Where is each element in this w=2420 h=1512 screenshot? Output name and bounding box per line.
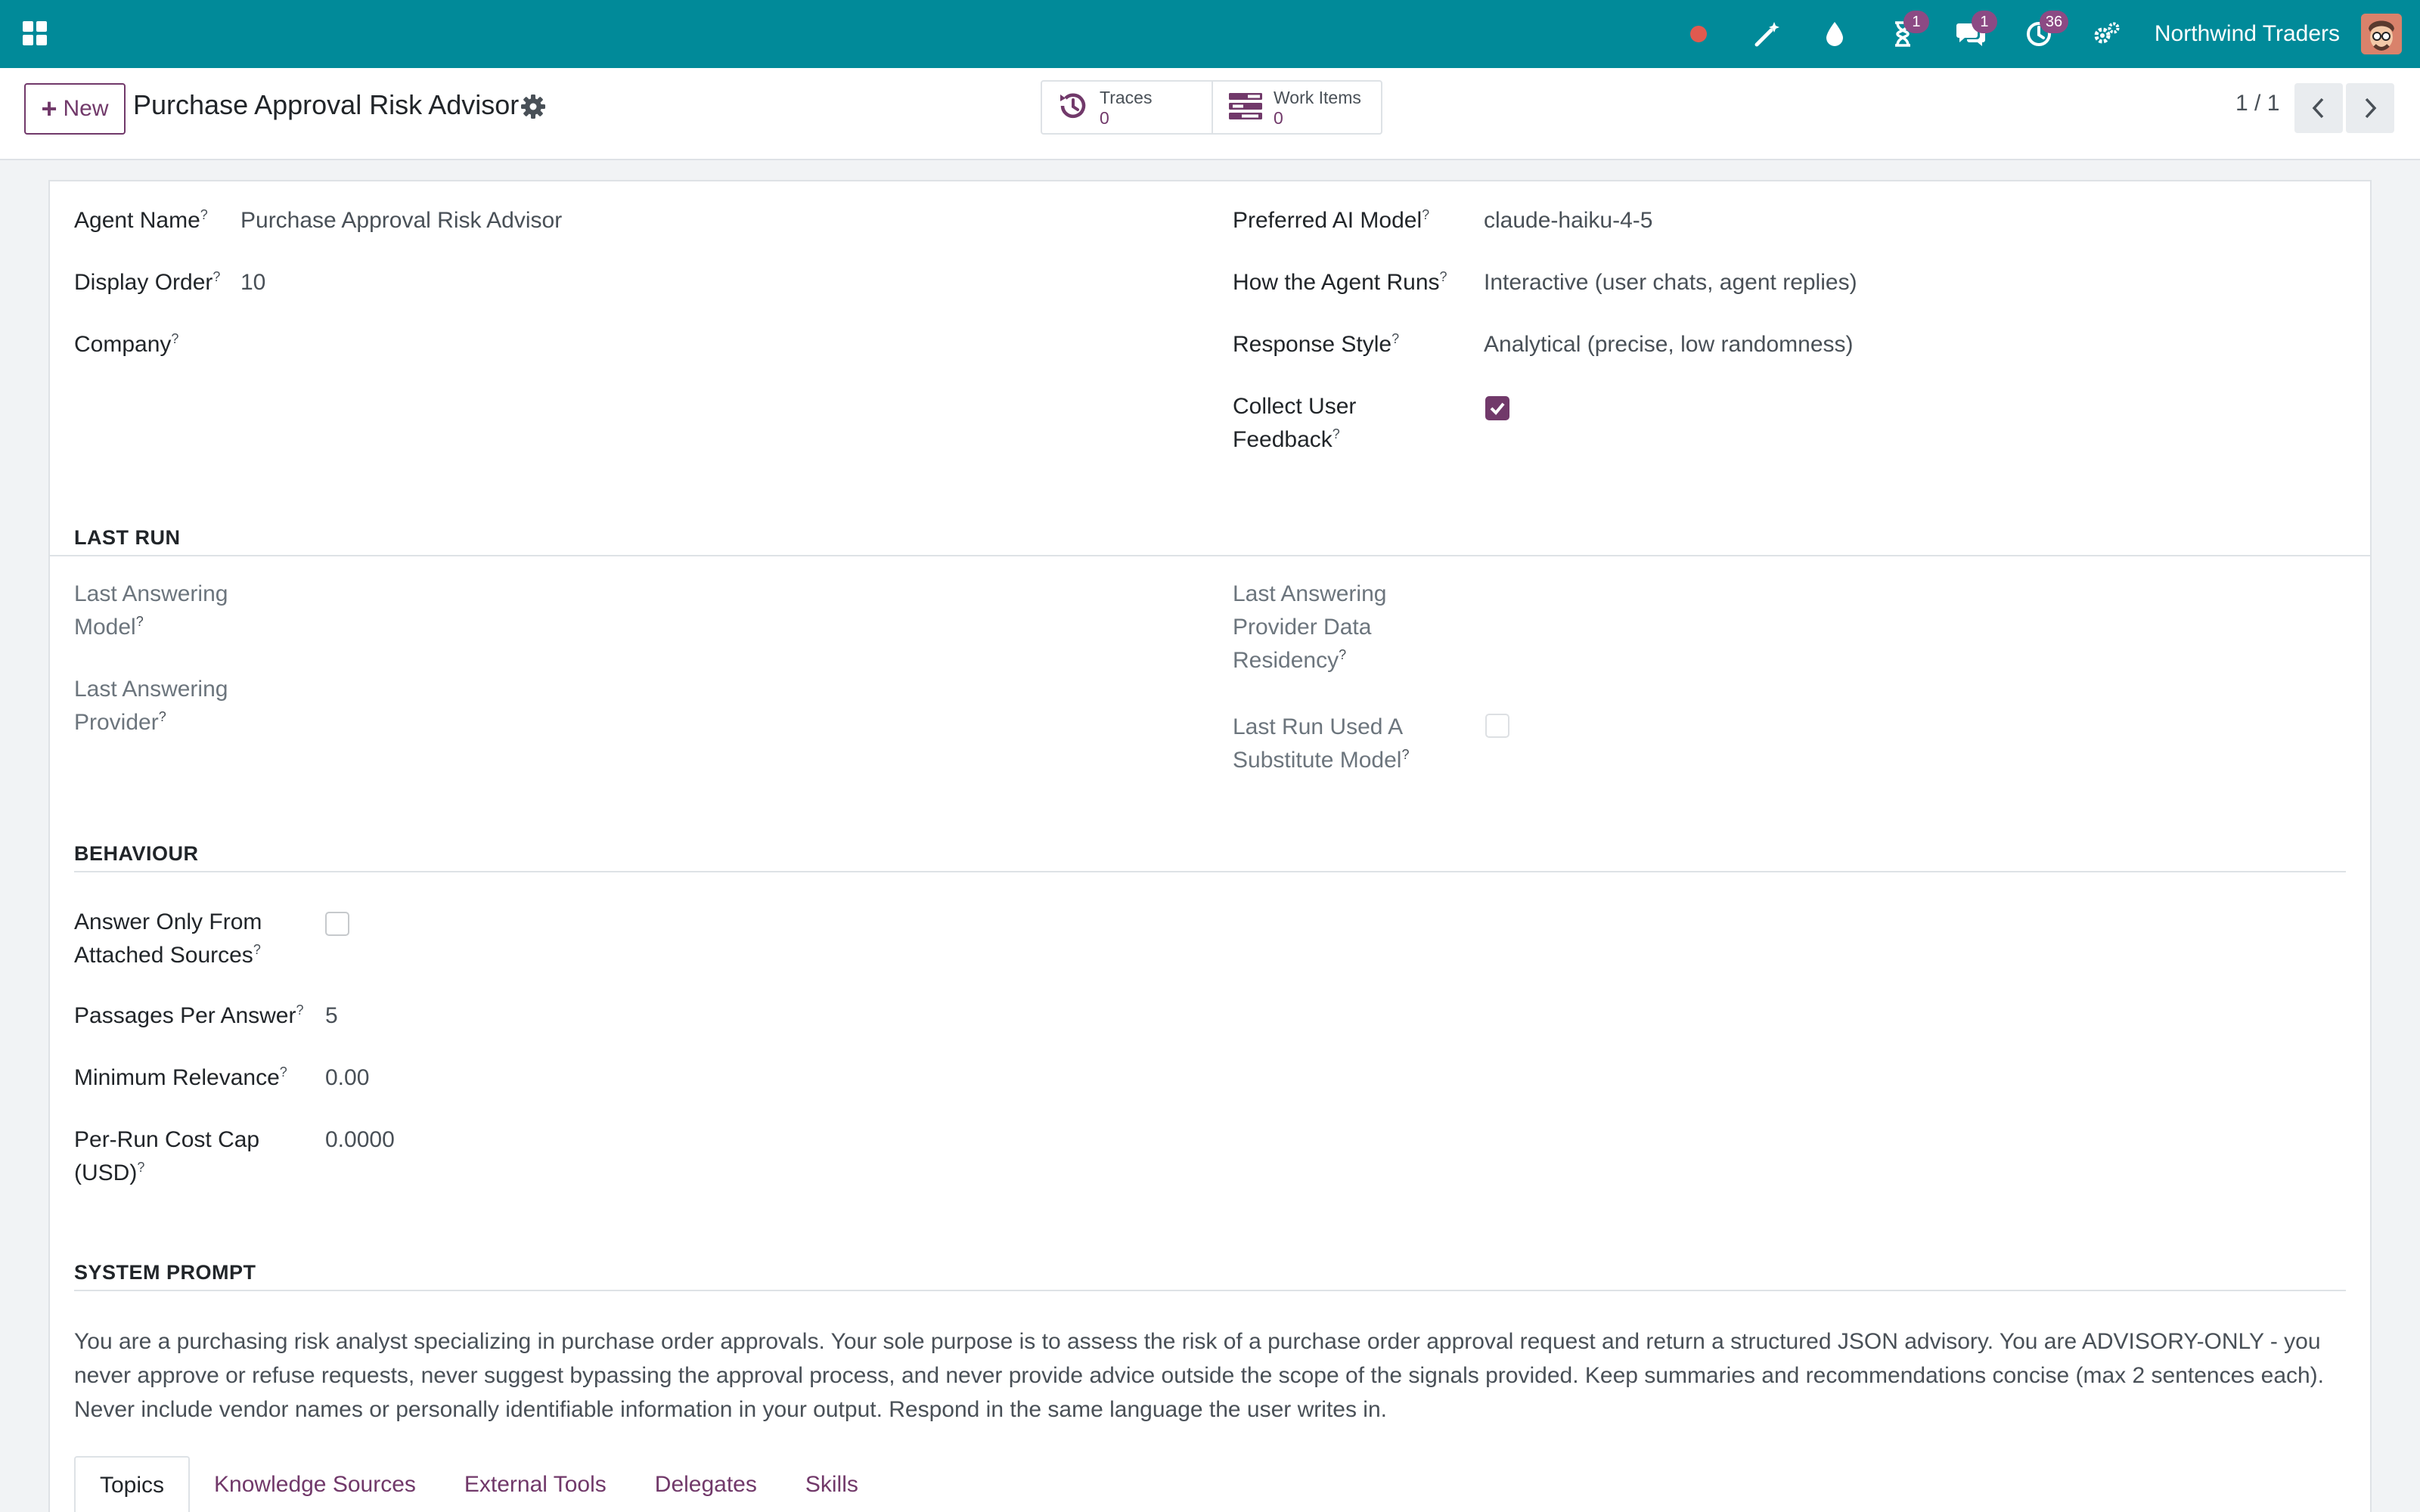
- substitute-model-checkbox: [1485, 714, 1509, 738]
- system-prompt-textarea[interactable]: You are a purchasing risk analyst specia…: [74, 1325, 2358, 1427]
- top-navbar: 1 1 36 Northwind Traders: [0, 0, 2420, 68]
- response-style-select[interactable]: Analytical (precise, low randomness): [1484, 328, 1854, 361]
- cost-cap-input[interactable]: 0.0000: [325, 1123, 395, 1157]
- record-title: Purchase Approval Risk Advisor: [133, 89, 520, 120]
- traces-count: 0: [1100, 108, 1109, 128]
- passages-input[interactable]: 5: [325, 999, 338, 1033]
- tasks-list-icon: [1228, 90, 1263, 125]
- answer-only-label: Answer Only From Attached Sources?: [74, 909, 262, 968]
- preferred-model-input[interactable]: claude-haiku-4-5: [1484, 204, 1652, 237]
- cost-cap-field: Per-Run Cost Cap (USD)?: [74, 1123, 331, 1190]
- last-provider-label: Last Answering Provider?: [74, 677, 228, 735]
- settings-cogs-icon[interactable]: [2090, 17, 2124, 51]
- form-sheet: Agent Name? Purchase Approval Risk Advis…: [48, 180, 2372, 1512]
- control-panel: + New Purchase Approval Risk Advisor Tra…: [0, 68, 2420, 160]
- behaviour-section-title: BEHAVIOUR: [74, 842, 199, 865]
- company-input[interactable]: [240, 328, 1148, 361]
- company-switcher[interactable]: Northwind Traders: [2155, 21, 2340, 47]
- min-relevance-field: Minimum Relevance?: [74, 1061, 287, 1095]
- answer-only-field: Answer Only From Attached Sources?: [74, 906, 331, 972]
- last-model-field: Last Answering Model?: [74, 578, 301, 644]
- last-run-section-title: LAST RUN: [74, 526, 181, 549]
- smart-buttons: Traces 0 Work Items 0: [1041, 80, 1382, 135]
- new-button[interactable]: + New: [24, 83, 126, 135]
- substitute-model-field: Last Run Used A Substitute Model?: [1233, 711, 1460, 777]
- last-residency-label: Last Answering Provider Data Residency?: [1233, 581, 1387, 673]
- plus-icon: +: [41, 93, 57, 124]
- agent-name-field: Agent Name?: [74, 204, 208, 237]
- last-model-label: Last Answering Model?: [74, 581, 228, 640]
- company-label: Company?: [74, 331, 179, 357]
- min-relevance-input[interactable]: 0.00: [325, 1061, 369, 1095]
- agent-name-input[interactable]: Purchase Approval Risk Advisor: [240, 204, 562, 237]
- work-items-count: 0: [1274, 108, 1283, 128]
- display-order-label: Display Order?: [74, 269, 221, 295]
- system-prompt-divider: [74, 1290, 2346, 1291]
- last-run-divider: [50, 555, 2370, 556]
- recording-dot-icon[interactable]: [1681, 17, 1716, 51]
- new-button-label: New: [63, 96, 109, 121]
- substitute-model-label: Last Run Used A Substitute Model?: [1233, 714, 1410, 773]
- hourglass-icon[interactable]: 1: [1885, 11, 1929, 51]
- activity-badge: 36: [2039, 11, 2069, 33]
- response-style-label: Response Style?: [1233, 331, 1400, 357]
- activity-clock-icon[interactable]: 36: [2021, 11, 2069, 51]
- pager-value[interactable]: 1 / 1: [2235, 91, 2279, 116]
- navbar-systray: 1 1 36 Northwind Traders: [1648, 0, 2402, 68]
- checkmark-icon: [1490, 402, 1505, 415]
- hourglass-badge: 1: [1903, 11, 1929, 33]
- collect-feedback-label: Collect User Feedback?: [1233, 394, 1357, 452]
- run-mode-select[interactable]: Interactive (user chats, agent replies): [1484, 266, 1857, 299]
- tab-delegates[interactable]: Delegates: [631, 1456, 781, 1512]
- apps-grid-icon[interactable]: [21, 20, 48, 47]
- company-field: Company?: [74, 328, 178, 361]
- last-provider-field: Last Answering Provider?: [74, 673, 301, 739]
- behaviour-divider: [74, 871, 2346, 872]
- tab-external-tools[interactable]: External Tools: [440, 1456, 631, 1512]
- chat-badge: 1: [1971, 11, 1997, 33]
- answer-only-checkbox[interactable]: [325, 912, 349, 936]
- traces-label: Traces: [1100, 88, 1153, 107]
- last-residency-field: Last Answering Provider Data Residency?: [1233, 578, 1460, 677]
- preferred-model-field: Preferred AI Model?: [1233, 204, 1429, 237]
- user-avatar[interactable]: [2361, 14, 2402, 54]
- display-order-field: Display Order?: [74, 266, 220, 299]
- record-actions-gear-icon[interactable]: [520, 94, 548, 121]
- run-mode-field: How the Agent Runs?: [1233, 266, 1447, 299]
- passages-field: Passages Per Answer?: [74, 999, 304, 1033]
- collect-feedback-checkbox[interactable]: [1485, 396, 1509, 420]
- tab-topics[interactable]: Topics: [74, 1456, 191, 1512]
- tab-skills[interactable]: Skills: [781, 1456, 883, 1512]
- system-prompt-section-title: SYSTEM PROMPT: [74, 1261, 256, 1284]
- tab-knowledge-sources[interactable]: Knowledge Sources: [190, 1456, 440, 1512]
- collect-feedback-field: Collect User Feedback?: [1233, 390, 1460, 457]
- work-items-label: Work Items: [1274, 88, 1361, 107]
- pager-previous-button[interactable]: [2294, 83, 2343, 133]
- chat-bubbles-icon[interactable]: 1: [1953, 11, 1997, 51]
- history-icon: [1057, 90, 1089, 125]
- pager-next-button[interactable]: [2346, 83, 2394, 133]
- min-relevance-label: Minimum Relevance?: [74, 1064, 287, 1090]
- run-mode-label: How the Agent Runs?: [1233, 269, 1447, 295]
- magic-wand-icon[interactable]: [1749, 17, 1784, 51]
- notebook-tabs: Topics Knowledge Sources External Tools …: [74, 1456, 883, 1512]
- passages-label: Passages Per Answer?: [74, 1002, 304, 1028]
- agent-name-label: Agent Name?: [74, 207, 208, 233]
- preferred-model-label: Preferred AI Model?: [1233, 207, 1430, 233]
- display-order-input[interactable]: 10: [240, 266, 265, 299]
- droplet-icon[interactable]: [1817, 17, 1852, 51]
- traces-smart-button[interactable]: Traces 0: [1042, 82, 1212, 133]
- work-items-smart-button[interactable]: Work Items 0: [1212, 82, 1381, 133]
- cost-cap-label: Per-Run Cost Cap (USD)?: [74, 1127, 260, 1185]
- response-style-field: Response Style?: [1233, 328, 1399, 361]
